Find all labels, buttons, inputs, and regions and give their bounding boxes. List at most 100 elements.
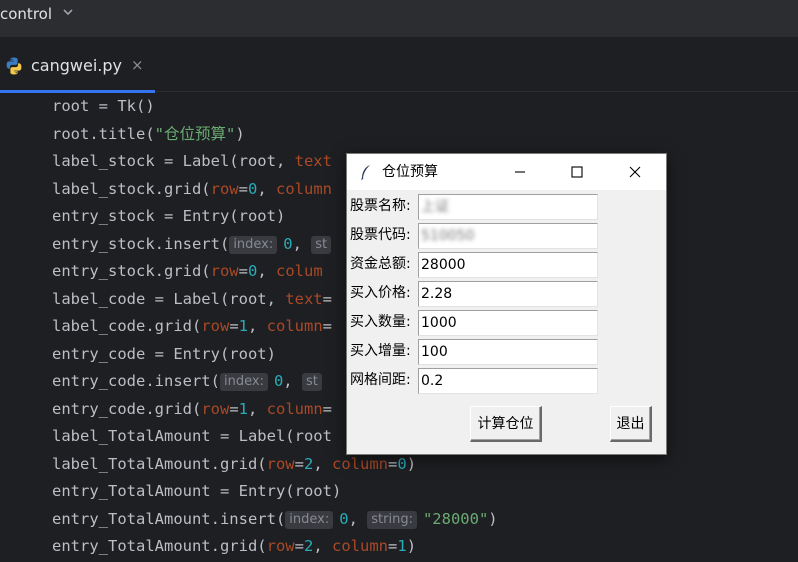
code-token: "28000" <box>422 509 489 528</box>
code-token: = <box>322 399 333 418</box>
window-title-bar[interactable]: 仓位预算 <box>347 154 666 190</box>
code-token: = <box>322 289 332 308</box>
field-value: 0.2 <box>421 373 444 389</box>
editor-tab-bar: cangwei.py × <box>0 38 798 93</box>
code-token: = <box>229 317 239 335</box>
field-entry[interactable]: 0.2 <box>418 368 598 394</box>
code-line: root.title("仓位预算") <box>52 121 245 148</box>
field-label: 网格间距: <box>350 372 411 388</box>
code-line: label_code = Label(root, text= <box>52 286 332 313</box>
code-token: label_stock = Label(root, <box>52 152 295 170</box>
code-line: entry_TotalAmount = Entry(root) <box>52 478 341 505</box>
parameter-hint: index: <box>219 373 268 391</box>
tab-cangwei-py[interactable]: cangwei.py × <box>0 46 155 93</box>
code-token: 0 <box>283 234 293 253</box>
code-token: row <box>210 262 239 280</box>
code-token: 2 <box>303 537 314 555</box>
code-line: label_stock.grid(row=0, column <box>52 176 332 203</box>
field-label: 买入数量: <box>350 314 411 330</box>
close-window-button[interactable] <box>612 154 658 190</box>
code-token: = <box>294 537 304 555</box>
code-token: = <box>322 317 333 335</box>
code-token: entry_stock = Entry(root) <box>52 207 286 225</box>
code-token: text <box>294 152 332 170</box>
field-label: 买入价格: <box>350 285 411 301</box>
field-entry[interactable]: 1000 <box>418 310 598 336</box>
code-token: entry_TotalAmount.insert( <box>52 509 286 528</box>
code-line: label_code.grid(row=1, column= <box>52 313 332 340</box>
code-token: , <box>248 399 267 418</box>
code-token: 2 <box>303 454 314 473</box>
code-token: "仓位预算" <box>154 124 236 143</box>
code-token: column <box>332 537 388 555</box>
project-name[interactable]: control <box>0 4 52 24</box>
calculate-position-button[interactable]: 计算仓位 <box>470 406 542 442</box>
close-icon <box>629 166 641 178</box>
code-token: row <box>201 317 230 335</box>
parameter-hint: index: <box>229 235 278 254</box>
field-value: 28000 <box>421 257 466 273</box>
code-line: entry_stock = Entry(root) <box>52 203 285 230</box>
code-token: , <box>348 509 368 528</box>
field-entry[interactable]: 2.28 <box>418 281 598 307</box>
python-icon <box>6 57 22 75</box>
form-row: 网格间距: 0.2 <box>347 366 666 394</box>
code-token: entry_stock.insert( <box>52 234 230 253</box>
code-token: root.title( <box>52 124 155 143</box>
code-token: label_code = Label(root, <box>52 289 286 308</box>
code-token: row <box>266 454 295 473</box>
code-line: entry_stock.grid(row=0, colum <box>52 258 323 285</box>
form-row: 股票名称: 上证 <box>347 192 666 220</box>
form-row: 买入数量: 1000 <box>347 308 666 336</box>
field-entry[interactable]: 510050 <box>418 223 598 249</box>
field-value: 上证 <box>421 199 449 215</box>
code-token: label_code.grid( <box>52 317 202 335</box>
code-token: 1 <box>397 537 407 555</box>
chevron-down-icon[interactable] <box>61 5 75 19</box>
parameter-hint: index: <box>285 510 334 529</box>
code-token: , <box>248 317 267 335</box>
code-token: entry_code = Entry(root) <box>52 344 276 363</box>
tk-feather-icon <box>361 165 370 180</box>
field-label: 股票名称: <box>350 198 411 214</box>
code-token: row <box>201 399 230 418</box>
code-token: 1 <box>238 317 248 335</box>
field-entry[interactable]: 28000 <box>418 252 598 278</box>
code-line: label_stock = Label(root, text <box>52 148 332 175</box>
form-row: 买入增量: 100 <box>347 337 666 365</box>
minimize-icon <box>515 171 525 173</box>
code-token: label_stock.grid( <box>52 179 211 198</box>
code-token: column <box>332 454 388 473</box>
field-entry[interactable]: 100 <box>418 339 598 365</box>
code-token: colum <box>276 262 323 280</box>
form-row: 买入价格: 2.28 <box>347 279 666 307</box>
code-line: root = Tk() <box>52 93 155 120</box>
code-token: 1 <box>238 399 248 418</box>
code-token: label_TotalAmount = Label(root <box>52 427 332 445</box>
form-row: 股票代码: 510050 <box>347 221 666 249</box>
code-token: column <box>266 317 323 335</box>
code-token: , <box>283 372 302 390</box>
code-token: ) <box>235 124 245 143</box>
code-token: 0 <box>247 179 258 198</box>
code-token: = <box>238 262 248 280</box>
code-line: entry_TotalAmount.insert(index: 0, string… <box>52 506 498 533</box>
code-line: entry_code.insert(index: 0, st <box>52 368 328 395</box>
field-value: 2.28 <box>421 286 453 302</box>
code-token: ) <box>406 537 417 555</box>
code-line: entry_stock.insert(index: 0, st <box>52 231 337 258</box>
code-token: entry_TotalAmount.grid( <box>52 537 267 555</box>
field-label: 股票代码: <box>350 227 411 243</box>
exit-button[interactable]: 退出 <box>610 406 652 442</box>
field-entry[interactable]: 上证 <box>418 194 598 220</box>
parameter-hint: st <box>311 235 332 254</box>
code-token: , <box>292 234 312 253</box>
maximize-button[interactable] <box>554 154 600 190</box>
code-line: entry_code.grid(row=1, column= <box>52 396 332 423</box>
close-icon[interactable]: × <box>131 55 144 75</box>
minimize-button[interactable] <box>497 154 543 190</box>
code-token: = <box>229 399 239 418</box>
code-token: , <box>313 537 332 555</box>
code-token: 0 <box>247 262 258 280</box>
code-token: 0 <box>273 372 284 390</box>
